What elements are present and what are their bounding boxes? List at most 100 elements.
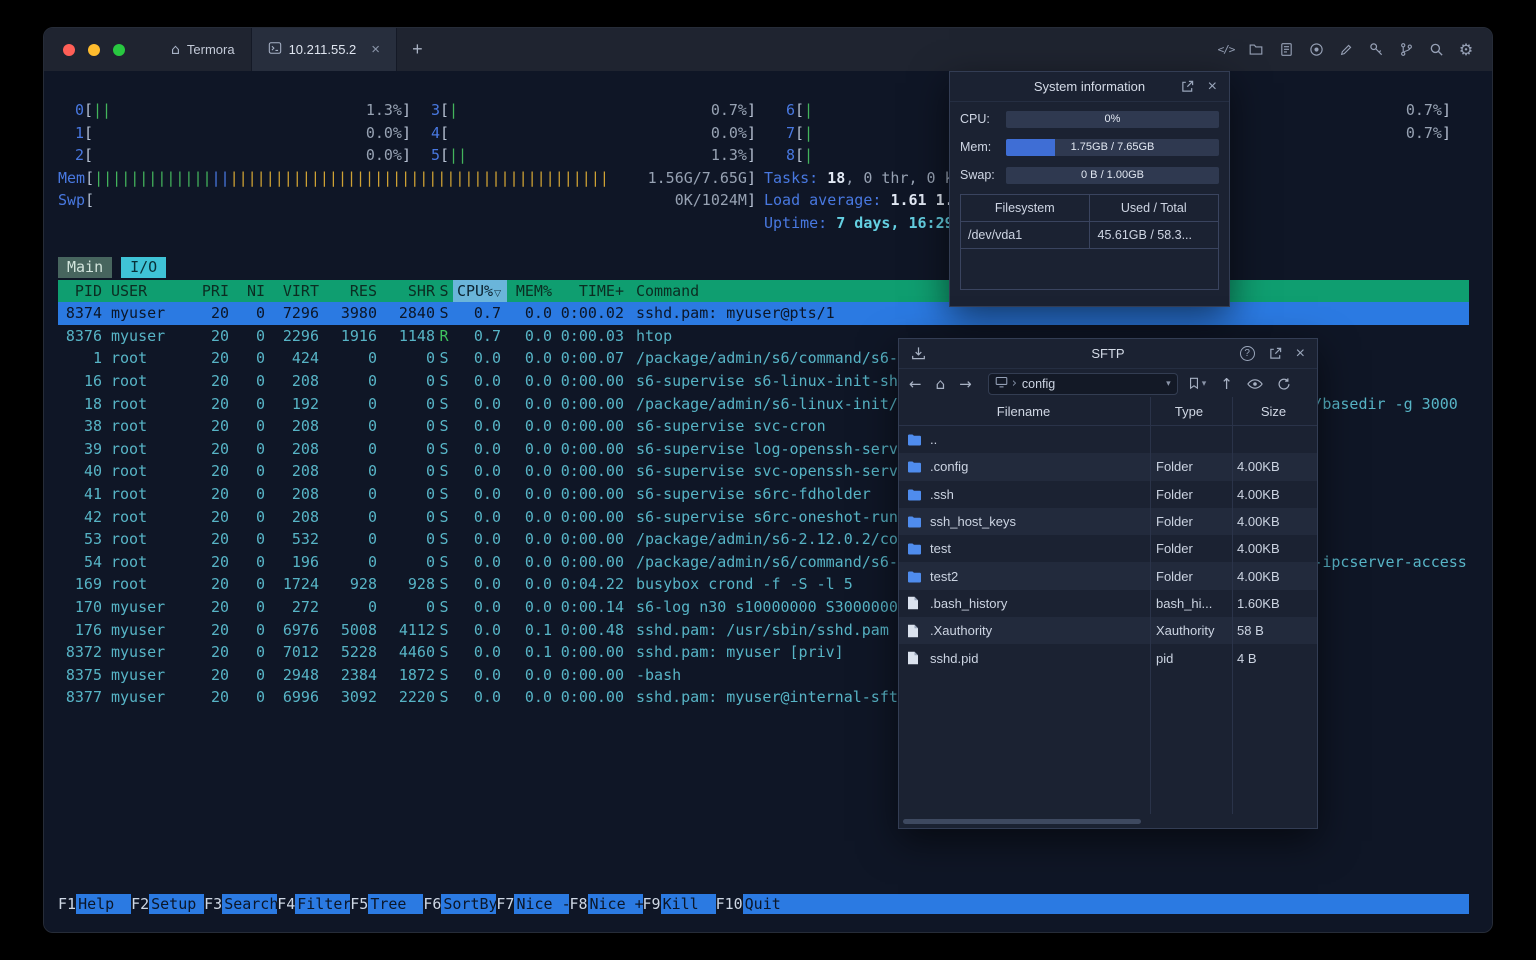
upload-button[interactable]: ↑ bbox=[1220, 375, 1233, 393]
file-type: Folder bbox=[1156, 541, 1193, 557]
column-header-res[interactable]: RES bbox=[319, 280, 377, 303]
cell-pri: 20 bbox=[210, 620, 229, 639]
column-header-mem[interactable]: MEM% bbox=[507, 280, 552, 303]
fnkey-F4[interactable]: F4 Filter bbox=[277, 894, 351, 914]
file-row[interactable]: .config Folder 4.00KB bbox=[899, 453, 1317, 481]
cell-pri: 20 bbox=[210, 417, 229, 436]
toolbar-record-button[interactable] bbox=[1304, 38, 1328, 62]
cell-ni: 0 bbox=[255, 665, 265, 684]
minimize-window-button[interactable] bbox=[88, 43, 100, 56]
close-window-button[interactable] bbox=[63, 43, 75, 56]
file-name: .bash_history bbox=[930, 595, 1008, 611]
tab-main[interactable]: Main bbox=[58, 257, 113, 278]
file-row[interactable]: test Folder 4.00KB bbox=[899, 535, 1317, 562]
cell-pid: 40 bbox=[83, 462, 102, 481]
column-filename[interactable]: Filename bbox=[899, 404, 1148, 419]
path-input[interactable]: › config ▾ bbox=[987, 372, 1178, 395]
tab-io[interactable]: I/O bbox=[121, 257, 167, 278]
cell-ni: 0 bbox=[255, 462, 265, 481]
fnkey-F8[interactable]: F8 Nice + bbox=[569, 894, 643, 914]
file-row[interactable]: .. bbox=[899, 426, 1317, 453]
refresh-button[interactable] bbox=[1277, 377, 1291, 391]
download-icon[interactable] bbox=[911, 346, 926, 361]
cell-s: S bbox=[439, 371, 449, 390]
toolbar-branch-button[interactable] bbox=[1394, 38, 1418, 62]
fnkey-F9[interactable]: F9 Kill bbox=[643, 894, 716, 914]
toolbar-settings-button[interactable]: ⚙ bbox=[1454, 38, 1478, 62]
open-in-window-icon[interactable] bbox=[1181, 80, 1194, 93]
toolbar-code-button[interactable]: </> bbox=[1214, 38, 1238, 62]
cell-res: 0 bbox=[367, 597, 377, 616]
file-row[interactable]: ssh_host_keys Folder 4.00KB bbox=[899, 507, 1317, 536]
horizontal-scrollbar[interactable] bbox=[903, 819, 1141, 824]
fnkey-F2[interactable]: F2 Setup bbox=[131, 894, 205, 914]
cell-cmd: sshd.pam: myuser [priv] bbox=[636, 643, 844, 662]
column-header-cpu[interactable]: CPU%▽ bbox=[453, 279, 507, 303]
htop-screen-tabs: Main I/O bbox=[58, 257, 167, 278]
file-row[interactable]: .bash_history bash_hi... 1.60KB bbox=[899, 590, 1317, 617]
cell-virt: 196 bbox=[291, 552, 319, 571]
toolbar-folder-button[interactable] bbox=[1244, 38, 1268, 62]
show-hidden-button[interactable] bbox=[1247, 378, 1263, 390]
cell-mem: 0.0 bbox=[524, 688, 552, 707]
toolbar-log-button[interactable] bbox=[1274, 38, 1298, 62]
cell-mem: 0.0 bbox=[524, 371, 552, 390]
column-header-virt[interactable]: VIRT bbox=[265, 280, 319, 303]
column-header-pid[interactable]: PID bbox=[58, 280, 102, 303]
column-type[interactable]: Type bbox=[1148, 404, 1230, 419]
back-button[interactable]: ← bbox=[909, 375, 922, 393]
column-header-s[interactable]: S bbox=[435, 280, 453, 303]
bookmark-button[interactable]: ▾ bbox=[1188, 377, 1206, 390]
filesystem-row: /dev/vda1 45.61GB / 58.3... bbox=[961, 222, 1218, 249]
file-row[interactable]: .ssh Folder 4.00KB bbox=[899, 481, 1317, 508]
tab-termora[interactable]: ⌂ Termora bbox=[155, 28, 251, 71]
toolbar-edit-button[interactable] bbox=[1334, 38, 1358, 62]
fnkey-F10[interactable]: F10 Quit bbox=[716, 894, 798, 914]
column-header-command[interactable]: Command bbox=[636, 280, 699, 303]
cell-shr: 4112 bbox=[398, 620, 435, 639]
tab-host[interactable]: 10.211.55.2 × bbox=[250, 28, 398, 71]
fnkey-F7[interactable]: F7 Nice - bbox=[496, 894, 570, 914]
file-row[interactable]: sshd.pid pid 4 B bbox=[899, 644, 1317, 671]
fs-device: /dev/vda1 bbox=[961, 222, 1090, 248]
open-in-window-icon[interactable] bbox=[1269, 347, 1282, 360]
file-row[interactable]: .Xauthority Xauthority 58 B bbox=[899, 617, 1317, 645]
cell-user: root bbox=[111, 371, 148, 390]
cell-shr: 0 bbox=[425, 462, 435, 481]
cell-cmd: s6-supervise svc-cron bbox=[636, 417, 826, 436]
file-size: 4.00KB bbox=[1237, 486, 1280, 502]
close-icon[interactable]: × bbox=[1208, 78, 1217, 95]
chevron-down-icon[interactable]: ▾ bbox=[1166, 379, 1171, 389]
fnkey-F3[interactable]: F3 Search bbox=[204, 894, 278, 914]
cell-shr: 1148 bbox=[398, 326, 435, 345]
close-icon[interactable]: × bbox=[1296, 345, 1305, 362]
cell-time: 0:00.00 bbox=[560, 552, 624, 571]
cell-pid: 170 bbox=[74, 597, 102, 616]
fnkey-F5[interactable]: F5 Tree bbox=[350, 894, 424, 914]
column-header-time[interactable]: TIME+ bbox=[552, 280, 624, 303]
cell-shr: 2840 bbox=[398, 304, 435, 323]
home-button[interactable]: ⌂ bbox=[936, 375, 946, 393]
new-tab-button[interactable]: + bbox=[397, 28, 438, 71]
cell-time: 0:00.00 bbox=[560, 530, 624, 549]
column-header-ni[interactable]: NI bbox=[229, 280, 265, 303]
cell-pri: 20 bbox=[210, 371, 229, 390]
fnkey-F6[interactable]: F6 SortBy bbox=[423, 894, 497, 914]
zoom-window-button[interactable] bbox=[113, 43, 125, 56]
column-size[interactable]: Size bbox=[1230, 404, 1317, 419]
toolbar-search-button[interactable] bbox=[1424, 38, 1448, 62]
column-header-shr[interactable]: SHR bbox=[377, 280, 435, 303]
toolbar-key-button[interactable] bbox=[1364, 38, 1388, 62]
cell-ni: 0 bbox=[255, 349, 265, 368]
close-tab-icon[interactable]: × bbox=[371, 41, 380, 58]
help-icon[interactable]: ? bbox=[1239, 346, 1255, 361]
forward-button[interactable]: → bbox=[959, 375, 972, 393]
file-row[interactable]: test2 Folder 4.00KB bbox=[899, 562, 1317, 590]
column-header-user[interactable]: USER bbox=[111, 280, 177, 303]
sftp-panel: SFTP ? × ← ⌂ → › config ▾ ▾ ↑ Filename T… bbox=[898, 338, 1318, 829]
cell-time: 0:00.00 bbox=[560, 643, 624, 662]
fnkey-F1[interactable]: F1 Help bbox=[58, 894, 132, 914]
tab-label: Termora bbox=[186, 42, 235, 57]
column-header-pri[interactable]: PRI bbox=[177, 280, 229, 303]
process-row[interactable]: 8374 myuser 20 0 7296 3980 2840 S 0.7 0.0 0:00.02 s… bbox=[58, 302, 1469, 325]
